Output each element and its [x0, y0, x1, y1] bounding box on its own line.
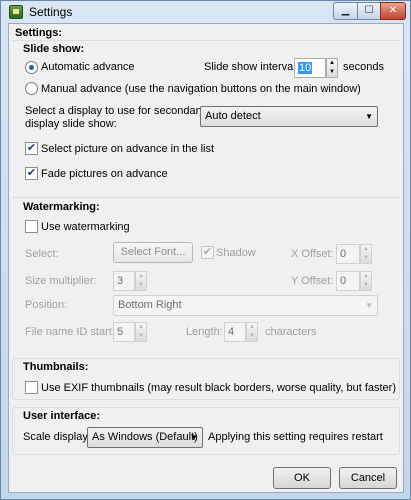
- minimize-button[interactable]: ▁: [333, 2, 358, 20]
- file-id-start-stepper[interactable]: ▲ ▼: [135, 322, 147, 342]
- length-input[interactable]: 4: [224, 322, 246, 342]
- x-offset-stepper[interactable]: ▲ ▼: [360, 244, 372, 264]
- scale-display-dropdown[interactable]: As Windows (Default) ▼: [87, 427, 203, 448]
- y-offset-stepper[interactable]: ▲ ▼: [360, 271, 372, 291]
- chevron-down-icon: ▼: [190, 433, 198, 442]
- maximize-button[interactable]: ☐: [357, 2, 381, 20]
- file-id-start-input[interactable]: 5: [113, 322, 135, 342]
- manual-advance-label[interactable]: Manual advance (use the navigation butto…: [41, 83, 361, 95]
- interval-unit-label: seconds: [343, 61, 384, 73]
- use-watermarking-checkbox[interactable]: [25, 220, 38, 233]
- watermarking-section-title: Watermarking:: [23, 201, 100, 213]
- use-exif-thumbnails-checkbox[interactable]: [25, 381, 38, 394]
- select-picture-checkbox[interactable]: ✔: [25, 142, 38, 155]
- select-label: Select:: [25, 248, 59, 260]
- divider: [12, 40, 400, 41]
- size-multiplier-input[interactable]: 3: [113, 271, 135, 291]
- settings-window: Settings ▁ ☐ ✕ Settings: Slide show: Aut…: [0, 0, 411, 500]
- scale-display-label: Scale display:: [23, 431, 91, 443]
- length-stepper[interactable]: ▲ ▼: [246, 322, 258, 342]
- scale-display-value: As Windows (Default): [92, 431, 198, 443]
- window-title: Settings: [29, 5, 73, 19]
- app-icon: [9, 5, 23, 19]
- chevron-down-icon: ▼: [365, 301, 373, 310]
- divider: [12, 197, 400, 198]
- position-dropdown[interactable]: Bottom Right ▼: [113, 295, 378, 316]
- characters-label: characters: [265, 326, 317, 338]
- title-bar[interactable]: Settings ▁ ☐ ✕: [1, 1, 410, 23]
- cancel-button[interactable]: Cancel: [339, 467, 397, 489]
- ok-button[interactable]: OK: [273, 467, 331, 489]
- slideshow-interval-value: 10: [298, 62, 313, 74]
- display-select-label-line2: display slide show:: [25, 118, 117, 130]
- thumbnails-section-title: Thumbnails:: [23, 361, 89, 373]
- display-select-label-line1: Select a display to use for secondary: [25, 105, 205, 117]
- shadow-label[interactable]: Shadow: [216, 247, 256, 259]
- position-label: Position:: [25, 299, 68, 311]
- position-value: Bottom Right: [118, 299, 182, 311]
- restart-notice: Applying this setting requires restart: [208, 431, 383, 443]
- y-offset-input[interactable]: 0: [336, 271, 360, 291]
- slideshow-interval-label: Slide show interval:: [204, 61, 299, 73]
- x-offset-label: X Offset:: [291, 248, 334, 260]
- fade-pictures-label[interactable]: Fade pictures on advance: [41, 168, 168, 180]
- shadow-checkbox[interactable]: ✔: [201, 246, 214, 259]
- display-select-dropdown[interactable]: Auto detect ▼: [200, 106, 378, 127]
- size-multiplier-label: Size multiplier:: [25, 275, 97, 287]
- file-id-start-label: File name ID start:: [25, 326, 115, 338]
- select-picture-label[interactable]: Select picture on advance in the list: [41, 143, 214, 155]
- use-exif-thumbnails-label[interactable]: Use EXIF thumbnails (may result black bo…: [41, 382, 396, 394]
- close-button[interactable]: ✕: [380, 2, 406, 20]
- manual-advance-radio[interactable]: [25, 82, 38, 95]
- y-offset-label: Y Offset:: [291, 275, 334, 287]
- automatic-advance-radio[interactable]: [25, 61, 38, 74]
- x-offset-input[interactable]: 0: [336, 244, 360, 264]
- automatic-advance-label[interactable]: Automatic advance: [41, 61, 135, 73]
- user-interface-section-title: User interface:: [23, 410, 101, 422]
- slideshow-interval-input[interactable]: 10: [294, 58, 326, 78]
- slideshow-section-title: Slide show:: [23, 43, 85, 55]
- size-multiplier-stepper[interactable]: ▲ ▼: [135, 271, 147, 291]
- use-watermarking-label[interactable]: Use watermarking: [41, 221, 130, 233]
- chevron-down-icon: ▼: [365, 112, 373, 121]
- settings-panel: Settings: Slide show: Automatic advance …: [8, 23, 404, 493]
- interval-stepper[interactable]: ▲ ▼: [326, 58, 338, 78]
- select-font-button[interactable]: Select Font...: [113, 242, 193, 263]
- settings-header: Settings:: [15, 27, 63, 39]
- display-select-value: Auto detect: [205, 110, 261, 122]
- length-label: Length:: [186, 326, 223, 338]
- fade-pictures-checkbox[interactable]: ✔: [25, 167, 38, 180]
